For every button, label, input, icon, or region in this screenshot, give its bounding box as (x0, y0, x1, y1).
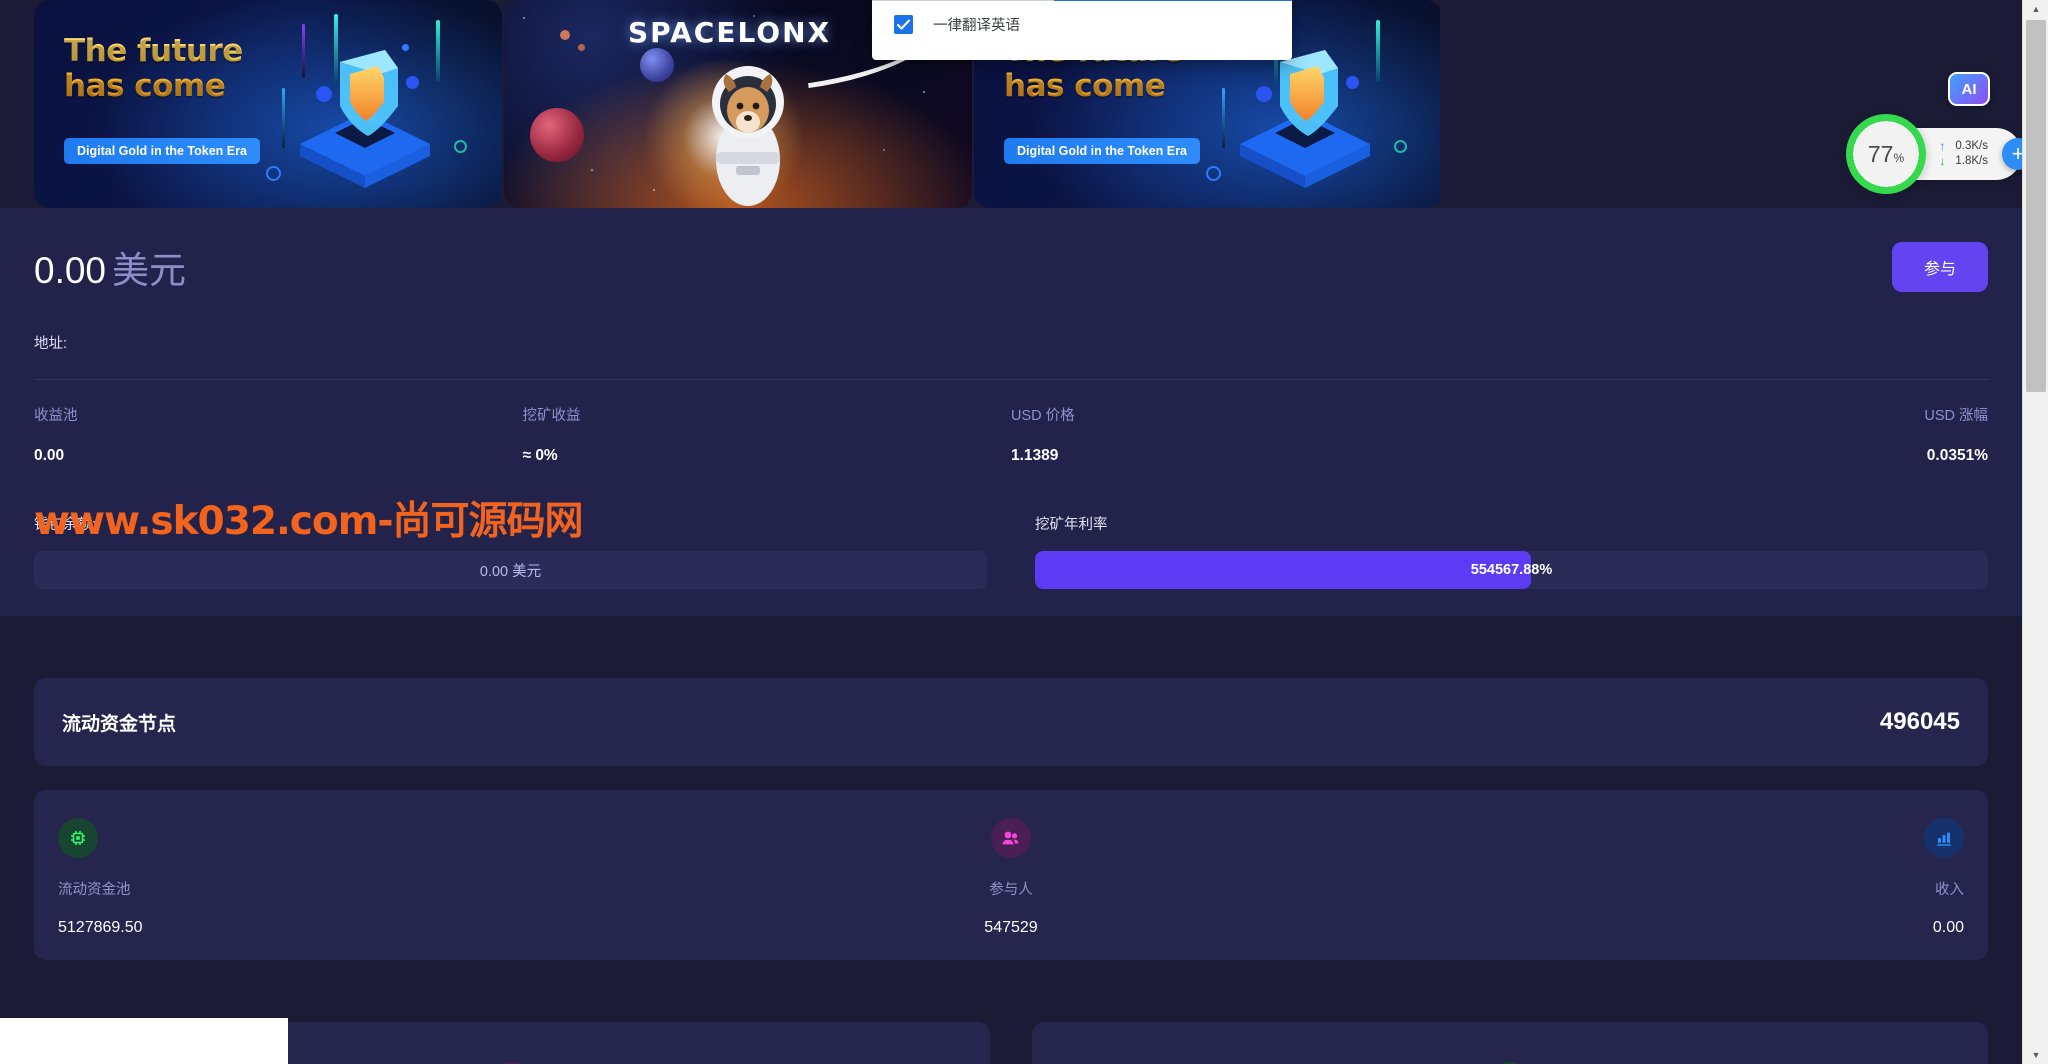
tab-translated[interactable] (1054, 0, 1292, 1)
join-button[interactable]: 参与 (1891, 242, 1988, 292)
banner-headline: The futurehas come (64, 33, 243, 104)
tile-value: 5127869.50 (58, 919, 143, 936)
liquidity-node-card[interactable]: 流动资金节点 496045 (34, 678, 1988, 766)
users-icon (990, 818, 1031, 858)
stat-value: ≈ 0% (522, 447, 558, 464)
divider (34, 379, 1988, 380)
decor-ring-icon (454, 140, 467, 153)
stat-mining-revenue: 挖矿收益 ≈ 0% (523, 404, 1012, 465)
shield-token-icon (300, 50, 430, 188)
stat-label: 收益池 (34, 408, 78, 424)
tile-income: 收入 0.00 (1329, 818, 1964, 960)
banner-tagline: Digital Gold in the Token Era (64, 138, 260, 164)
scrollbar-thumb[interactable] (2026, 20, 2046, 392)
stat-value: 0.0351% (1926, 447, 1988, 464)
website-viewport: The future has come Digital Gold in the T… (0, 0, 2022, 1064)
gauge-value: 77 (1867, 140, 1894, 167)
wallet-balance-value: 0.00 美元 (479, 563, 542, 580)
stat-label: USD 价格 (1011, 408, 1075, 424)
address-row: 地址: (34, 332, 1988, 353)
decor-ring-icon (1206, 166, 1221, 181)
decor-ring-icon (1394, 140, 1407, 153)
tile-label: 流动资金池 (58, 882, 131, 898)
wallet-balance-field[interactable]: 0.00 美元 (34, 551, 987, 589)
liquidity-node-title: 流动资金节点 (62, 713, 177, 735)
stat-label: 挖矿收益 (522, 408, 581, 424)
bar-chart-icon (1923, 818, 1964, 858)
always-translate-label: 一律翻译英语 (933, 18, 1020, 34)
stat-usd-change: USD 涨幅 0.0351% (1500, 404, 1988, 465)
stat-revenue-pool: 收益池 0.00 (34, 404, 523, 465)
download-speed-row: ↓ 1.8K/s (1939, 154, 1988, 169)
translate-popup-tabs (872, 0, 1292, 1)
apr-progress-fill (1035, 551, 1531, 589)
download-speed-value: 1.8K/s (1955, 155, 1988, 167)
checkmark-icon (896, 19, 911, 30)
ai-assistant-button[interactable]: AI (1948, 72, 1990, 106)
upload-speed-value: 0.3K/s (1955, 140, 1988, 152)
tile-liquidity-pool: 流动资金池 5127869.50 (58, 818, 693, 960)
always-translate-row[interactable]: 一律翻译英语 (894, 14, 1020, 35)
apr-progress-bar: 554567.88% (1035, 551, 1988, 589)
speed-readout: ↑ 0.3K/s ↓ 1.8K/s (1939, 139, 1988, 169)
bottom-cards-row (34, 1022, 1988, 1064)
planet-icon (530, 108, 584, 162)
upload-speed-row: ↑ 0.3K/s (1939, 139, 1988, 154)
always-translate-checkbox[interactable] (894, 15, 913, 34)
total-amount-value: 0.00 (34, 250, 107, 291)
screen: The future has come Digital Gold in the T… (0, 0, 2048, 1064)
vertical-scrollbar[interactable]: ▲ ▼ (2022, 0, 2048, 1064)
address-label: 地址: (34, 336, 68, 352)
apr-value: 554567.88% (1470, 562, 1553, 578)
stat-value: 1.1389 (1011, 447, 1059, 464)
total-amount-unit: 美元 (112, 250, 187, 291)
memory-usage-gauge[interactable]: 77% (1846, 114, 1926, 194)
planet-icon (640, 48, 674, 82)
gauge-unit: % (1893, 150, 1905, 165)
browser-status-strip (0, 1018, 288, 1064)
banner-slide-token-1[interactable]: The future has come Digital Gold in the T… (34, 0, 502, 208)
asteroid-icon (560, 30, 570, 40)
dog-astronaut-icon (712, 66, 784, 206)
asteroid-icon (578, 44, 585, 51)
hero-header-row: 0.00 美元 参与 (34, 208, 1988, 294)
apr-label: 挖矿年利率 (1035, 517, 1108, 533)
banner-tagline: Digital Gold in the Token Era (1004, 138, 1200, 164)
total-amount: 0.00 美元 (34, 240, 186, 294)
stats-tiles-card: 流动资金池 5127869.50 参与人 547529 收入 0.00 (34, 790, 1988, 960)
tile-value: 0.00 (1932, 919, 1964, 936)
stat-usd-price: USD 价格 1.1389 (1011, 404, 1500, 465)
stat-value: 0.00 (34, 447, 65, 464)
stat-label: USD 涨幅 (1924, 408, 1988, 424)
tile-value: 547529 (984, 919, 1038, 936)
translate-popup[interactable]: 一律翻译英语 (872, 0, 1292, 60)
apr-block: 挖矿年利率 554567.88% (1035, 513, 1988, 589)
liquidity-node-value: 496045 (1879, 708, 1960, 735)
decor-ring-icon (266, 166, 281, 181)
gauge-readout: 77% (1868, 141, 1904, 168)
bottom-card-earnings[interactable] (1032, 1022, 1988, 1064)
tab-original[interactable] (872, 0, 1054, 1)
triangle-up-icon[interactable]: ▲ (2023, 0, 2048, 18)
tile-label: 参与人 (989, 882, 1033, 898)
kpi-stats-row: 收益池 0.00 挖矿收益 ≈ 0% USD 价格 1.1389 USD 涨幅 … (34, 404, 1988, 465)
arrow-down-icon: ↓ (1939, 154, 1946, 168)
arrow-up-icon: ↑ (1939, 139, 1946, 153)
dashboard-hero-panel: 0.00美元 参与 地址: 收益池 0.00 挖矿收益 ≈ 0% USD 价格 (0, 208, 2022, 616)
tile-participants: 参与人 547529 (693, 818, 1328, 960)
chip-icon (58, 818, 98, 858)
site-watermark: www.sk032.com-尚可源码网 (34, 499, 584, 544)
tile-label: 收入 (1934, 882, 1964, 898)
triangle-down-icon[interactable]: ▼ (2023, 1046, 2048, 1064)
